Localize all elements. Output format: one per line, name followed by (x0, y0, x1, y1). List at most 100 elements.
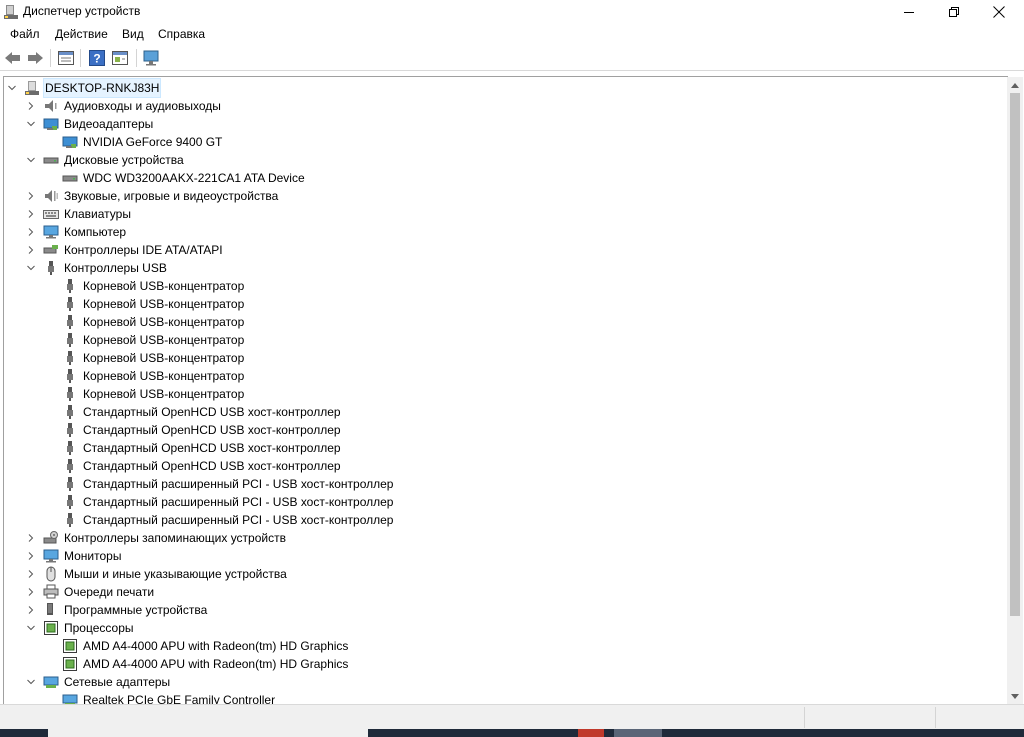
tree-device-node[interactable]: Корневой USB-концентратор (62, 331, 246, 349)
chevron-down-icon[interactable] (25, 622, 37, 634)
toolbar-separator (50, 49, 51, 67)
category-label: Контроллеры IDE ATA/ATAPI (64, 243, 223, 257)
tree-category-node[interactable]: Очереди печати (25, 583, 156, 601)
tree-device-node[interactable]: Корневой USB-концентратор (62, 295, 246, 313)
chevron-right-icon[interactable] (25, 532, 37, 544)
usb-icon (62, 368, 78, 384)
tree-category-node[interactable]: Клавиатуры (25, 205, 133, 223)
tree-category-node[interactable]: Компьютер (25, 223, 128, 241)
usb-icon (62, 350, 78, 366)
taskbar-search-box[interactable] (48, 729, 368, 737)
scroll-up-icon[interactable] (1007, 77, 1023, 93)
menu-view[interactable]: Вид (122, 27, 144, 41)
category-label: Мониторы (64, 549, 122, 563)
forward-arrow-icon[interactable] (26, 49, 44, 67)
chevron-right-icon[interactable] (25, 568, 37, 580)
menu-help[interactable]: Справка (158, 27, 205, 41)
tree-category-node[interactable]: Контроллеры IDE ATA/ATAPI (25, 241, 225, 259)
device-label: Стандартный OpenHCD USB хост-контроллер (83, 405, 341, 419)
tree-category-node[interactable]: Мониторы (25, 547, 123, 565)
scan-hardware-icon[interactable] (143, 49, 161, 67)
mouse-icon (43, 566, 59, 582)
tree-device-node[interactable]: Корневой USB-концентратор (62, 349, 246, 367)
tree-device-node[interactable]: Стандартный OpenHCD USB хост-контроллер (62, 403, 343, 421)
chevron-down-icon[interactable] (25, 118, 37, 130)
device-label: Стандартный OpenHCD USB хост-контроллер (83, 441, 341, 455)
tree-device-node[interactable]: Стандартный OpenHCD USB хост-контроллер (62, 421, 343, 439)
tree-device-node[interactable]: Корневой USB-концентратор (62, 277, 246, 295)
tree-device-node[interactable]: Корневой USB-концентратор (62, 367, 246, 385)
chevron-down-icon[interactable] (25, 154, 37, 166)
tree-device-node[interactable]: WDC WD3200AAKX-221CA1 ATA Device (62, 169, 307, 187)
tree-device-node[interactable]: Корневой USB-концентратор (62, 385, 246, 403)
chevron-down-icon[interactable] (25, 262, 37, 274)
usb-icon (62, 332, 78, 348)
tree-root-node[interactable]: DESKTOP-RNKJ83H (6, 78, 162, 98)
tree-category-node[interactable]: Видеоадаптеры (25, 115, 155, 133)
tree-category-node[interactable]: Контроллеры запоминающих устройств (25, 529, 288, 547)
device-label: Корневой USB-концентратор (83, 369, 245, 383)
chevron-down-icon[interactable] (6, 82, 18, 94)
usb-icon (62, 476, 78, 492)
device-tree: DESKTOP-RNKJ83H Аудиовходы и аудиовыходы В… (3, 76, 1008, 704)
network-adapter-icon (62, 692, 78, 704)
chevron-right-icon[interactable] (25, 226, 37, 238)
scroll-down-icon[interactable] (1007, 688, 1023, 704)
maximize-button[interactable] (931, 0, 977, 24)
usb-icon (62, 422, 78, 438)
usb-icon (62, 386, 78, 402)
chevron-right-icon[interactable] (25, 550, 37, 562)
menu-file[interactable]: Файл (10, 27, 40, 41)
device-manager-app-icon (4, 4, 18, 20)
chevron-right-icon[interactable] (25, 604, 37, 616)
tree-category-node[interactable]: Мыши и иные указывающие устройства (25, 565, 289, 583)
tree-category-node[interactable]: Звуковые, игровые и видеоустройства (25, 187, 280, 205)
category-label: Звуковые, игровые и видеоустройства (64, 189, 279, 203)
processor-icon (62, 656, 78, 672)
tree-device-node[interactable]: AMD A4-4000 APU with Radeon(tm) HD Graph… (62, 637, 350, 655)
back-arrow-icon[interactable] (4, 49, 22, 67)
chevron-right-icon[interactable] (25, 190, 37, 202)
chevron-down-icon[interactable] (25, 676, 37, 688)
vertical-scrollbar[interactable] (1007, 77, 1023, 704)
usb-icon (62, 278, 78, 294)
category-label: Программные устройства (64, 603, 208, 617)
disk-drive-icon (43, 152, 59, 168)
menu-action[interactable]: Действие (55, 27, 108, 41)
computer-root-icon (24, 80, 40, 96)
chevron-right-icon[interactable] (25, 100, 37, 112)
title-bar: Диспетчер устройств (0, 0, 1024, 24)
device-label: Стандартный расширенный PCI - USB хост-к… (83, 477, 394, 491)
tree-device-node[interactable]: Стандартный расширенный PCI - USB хост-к… (62, 475, 395, 493)
monitor-icon (43, 548, 59, 564)
tree-category-node[interactable]: Сетевые адаптеры (25, 673, 172, 691)
tree-device-node[interactable]: Стандартный расширенный PCI - USB хост-к… (62, 493, 395, 511)
chevron-right-icon[interactable] (25, 208, 37, 220)
close-button[interactable] (976, 0, 1022, 24)
tree-device-node[interactable]: Стандартный OpenHCD USB хост-контроллер (62, 439, 343, 457)
device-label: AMD A4-4000 APU with Radeon(tm) HD Graph… (83, 639, 349, 653)
tree-device-node[interactable]: NVIDIA GeForce 9400 GT (62, 133, 224, 151)
taskbar-app-button[interactable] (578, 729, 604, 737)
tree-category-node[interactable]: Программные устройства (25, 601, 209, 619)
tree-device-node[interactable]: Стандартный OpenHCD USB хост-контроллер (62, 457, 343, 475)
help-icon[interactable]: ? (88, 49, 106, 67)
chevron-right-icon[interactable] (25, 586, 37, 598)
tree-device-node[interactable]: AMD A4-4000 APU with Radeon(tm) HD Graph… (62, 655, 350, 673)
tree-category-node[interactable]: Аудиовходы и аудиовыходы (25, 97, 223, 115)
tree-category-node[interactable]: Процессоры (25, 619, 136, 637)
tree-device-node[interactable]: Стандартный расширенный PCI - USB хост-к… (62, 511, 395, 529)
minimize-button[interactable] (886, 0, 932, 24)
taskbar-app-button[interactable] (614, 729, 662, 737)
device-label: AMD A4-4000 APU with Radeon(tm) HD Graph… (83, 657, 349, 671)
device-label: Корневой USB-концентратор (83, 333, 245, 347)
tree-category-node[interactable]: Дисковые устройства (25, 151, 186, 169)
tree-category-node[interactable]: Контроллеры USB (25, 259, 169, 277)
tree-device-node[interactable]: Корневой USB-концентратор (62, 313, 246, 331)
scroll-thumb[interactable] (1010, 93, 1020, 616)
taskbar-strip (0, 729, 1024, 737)
chevron-right-icon[interactable] (25, 244, 37, 256)
tree-device-node[interactable]: Realtek PCIe GbE Family Controller (62, 691, 277, 704)
update-driver-icon[interactable] (111, 49, 129, 67)
properties-icon[interactable] (57, 49, 75, 67)
